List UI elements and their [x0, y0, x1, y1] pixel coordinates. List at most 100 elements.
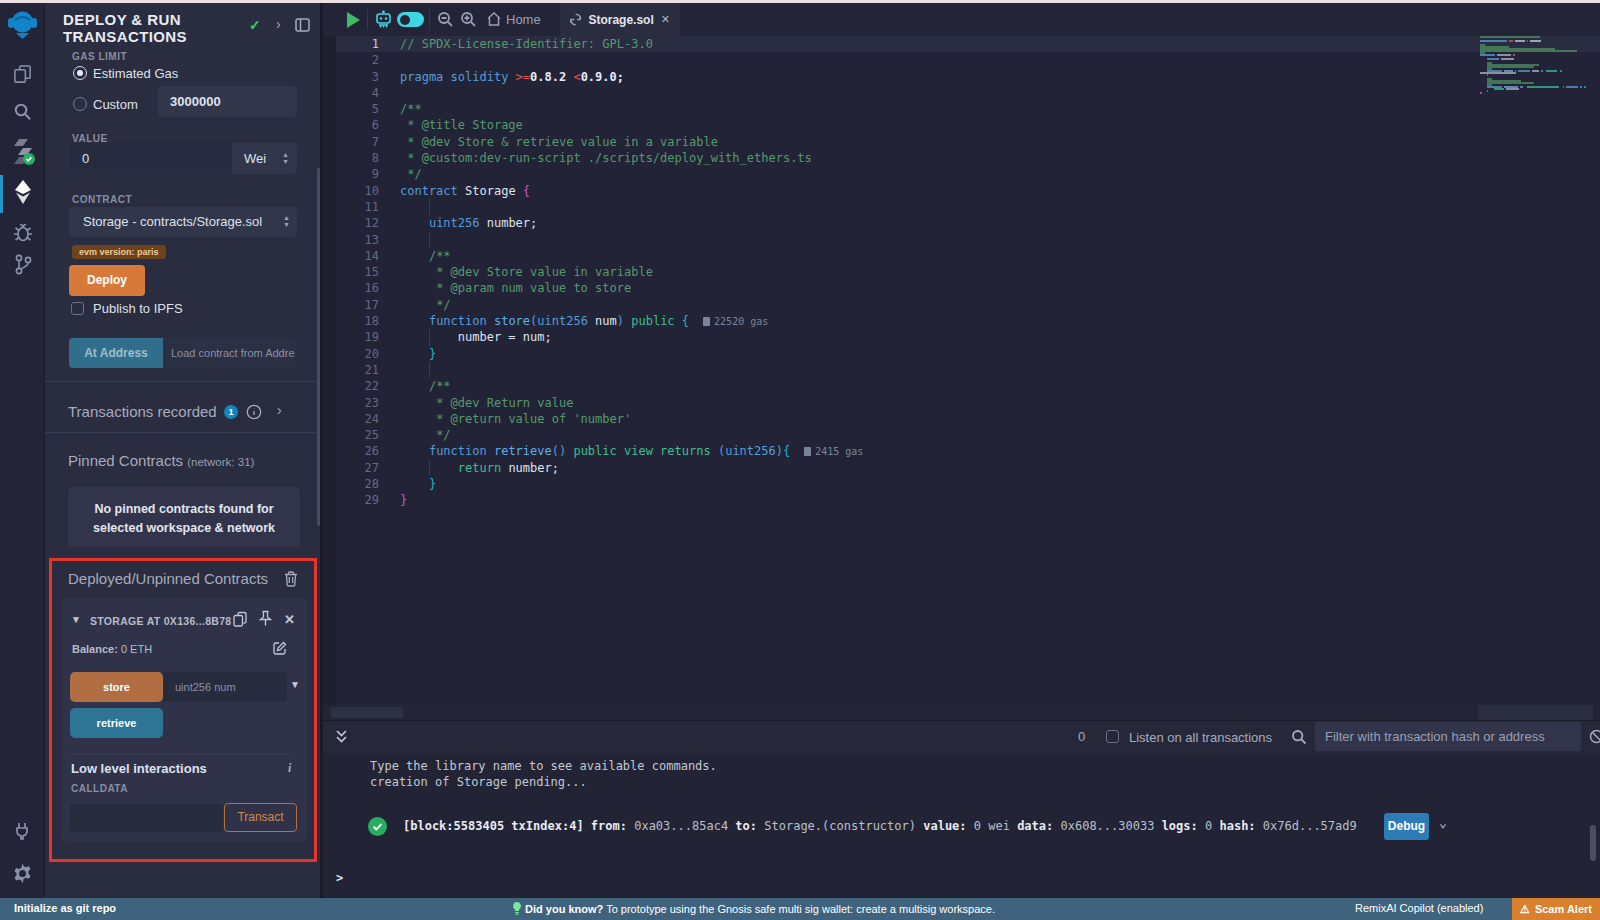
code-line[interactable]: 22 /** [323, 378, 1600, 394]
tab-close-icon[interactable]: ✕ [661, 13, 670, 26]
code-line[interactable]: 24 * @return value of 'number' [323, 411, 1600, 427]
code-line[interactable]: 25 */ [323, 427, 1600, 443]
plugin-manager-icon[interactable] [12, 821, 32, 841]
code-line[interactable]: 10contract Storage { [323, 183, 1600, 199]
contract-instance-label[interactable]: STORAGE AT 0X136...8B78 [90, 615, 232, 627]
code-line[interactable]: 21 [323, 362, 1600, 378]
scam-alert-button[interactable]: ⚠ Scam Alert [1512, 898, 1600, 920]
code-line[interactable]: 12 uint256 number; [323, 215, 1600, 231]
chevron-right-icon[interactable]: › [276, 16, 281, 32]
collapse-contract-icon[interactable]: ▼ [71, 614, 81, 625]
code-line[interactable]: 15 * @dev Store value in variable [323, 264, 1600, 280]
file-explorer-icon[interactable] [12, 64, 33, 85]
calldata-input[interactable] [70, 804, 223, 832]
line-number: 11 [336, 199, 379, 215]
git-init-status[interactable]: Initialize as git repo [14, 902, 116, 914]
code-line[interactable]: 9 */ [323, 166, 1600, 182]
unit-stepper-icon[interactable]: ▲▼ [282, 152, 289, 165]
code-line[interactable]: 23 * @dev Return value [323, 395, 1600, 411]
listen-label[interactable]: Listen on all transactions [1129, 730, 1272, 745]
split-view-icon[interactable] [295, 18, 310, 36]
pin-icon[interactable] [258, 610, 273, 631]
expand-transactions-icon[interactable]: › [277, 402, 282, 418]
code-line[interactable]: 29} [323, 492, 1600, 508]
code-line[interactable]: 16 * @param num value to store [323, 280, 1600, 296]
minimap[interactable] [1480, 36, 1593, 94]
code-line[interactable]: 18 function store(uint256 num) public {2… [323, 313, 1600, 329]
copilot-status[interactable]: RemixAI Copilot (enabled) [1355, 902, 1483, 914]
value-input[interactable]: 0 [69, 143, 232, 174]
solidity-compiler-icon[interactable] [12, 138, 35, 165]
expand-store-icon[interactable]: ▼ [290, 679, 300, 690]
home-label[interactable]: Home [506, 12, 541, 27]
active-plugin-indicator [0, 175, 3, 213]
deploy-button[interactable]: Deploy [69, 265, 145, 296]
code-line[interactable]: 26 function retrieve() public view retur… [323, 443, 1600, 459]
transaction-log-row[interactable]: [block:5583405 txIndex:4] from: 0xa03...… [403, 819, 1383, 833]
publish-ipfs-label[interactable]: Publish to IPFS [93, 301, 183, 316]
ai-robot-icon[interactable] [374, 10, 393, 33]
trash-icon[interactable] [284, 571, 298, 591]
code-editor[interactable]: 1// SPDX-License-Identifier: GPL-3.023pr… [323, 36, 1600, 705]
code-line[interactable]: 5/** [323, 101, 1600, 117]
low-level-info-icon[interactable]: i [288, 761, 291, 776]
code-line[interactable]: 13 [323, 232, 1600, 248]
code-line[interactable]: 3pragma solidity >=0.8.2 <0.9.0; [323, 69, 1600, 85]
line-number: 17 [336, 297, 379, 313]
clear-filter-icon[interactable] [1589, 729, 1600, 748]
custom-gas-radio[interactable] [73, 97, 87, 111]
remix-logo-icon[interactable] [6, 8, 39, 41]
code-line[interactable]: 7 * @dev Store & retrieve value in a var… [323, 134, 1600, 150]
debug-button[interactable]: Debug [1384, 813, 1429, 840]
deploy-run-icon[interactable] [12, 179, 34, 205]
terminal-scrollbar[interactable] [1590, 825, 1596, 861]
code-line[interactable]: 27 return number; [323, 460, 1600, 476]
info-icon[interactable] [246, 404, 262, 424]
run-script-icon[interactable] [347, 12, 360, 28]
settings-gear-icon[interactable] [12, 863, 33, 884]
code-line[interactable]: 11 [323, 199, 1600, 215]
expand-tx-icon[interactable]: ⌄ [1439, 815, 1447, 830]
search-icon[interactable] [12, 101, 33, 122]
estimated-gas-label[interactable]: Estimated Gas [93, 66, 178, 81]
edit-balance-icon[interactable] [273, 641, 287, 659]
home-icon[interactable] [486, 11, 502, 31]
horizontal-scrollbar-thumb[interactable] [331, 707, 403, 718]
custom-gas-input[interactable]: 3000000 [158, 86, 297, 117]
debugger-icon[interactable] [12, 221, 34, 243]
terminal-search-icon[interactable] [1291, 729, 1307, 749]
code-line[interactable]: 28 } [323, 476, 1600, 492]
retrieve-button[interactable]: retrieve [70, 708, 163, 738]
copilot-toggle[interactable] [397, 12, 424, 27]
publish-ipfs-checkbox[interactable] [71, 302, 84, 315]
code-line[interactable]: 20 } [323, 346, 1600, 362]
code-line[interactable]: 8 * @custom:dev-run-script ./scripts/dep… [323, 150, 1600, 166]
tab-storage-sol[interactable]: Storage.sol ✕ [560, 3, 680, 36]
copy-icon[interactable] [233, 611, 248, 631]
transact-button[interactable]: Transact [224, 803, 297, 832]
code-line[interactable]: 17 */ [323, 297, 1600, 313]
code-line[interactable]: 19 number = num; [323, 329, 1600, 345]
custom-gas-label[interactable]: Custom [93, 97, 138, 112]
at-address-button[interactable]: At Address [69, 338, 163, 368]
store-args-input[interactable]: uint256 num [163, 672, 287, 702]
pinned-contracts-title: Pinned Contracts (network: 31) [68, 452, 254, 469]
terminal-filter-input[interactable] [1315, 722, 1581, 751]
estimated-gas-radio[interactable] [73, 66, 87, 80]
code-line[interactable]: 1// SPDX-License-Identifier: GPL-3.0 [323, 36, 1600, 52]
git-icon[interactable] [14, 253, 33, 276]
listen-checkbox[interactable] [1106, 730, 1119, 743]
code-line[interactable]: 4 [323, 85, 1600, 101]
code-line[interactable]: 14 /** [323, 248, 1600, 264]
store-button[interactable]: store [70, 672, 163, 702]
at-address-input[interactable]: Load contract from Addre [163, 338, 297, 368]
zoom-out-icon[interactable] [437, 11, 454, 32]
collapse-terminal-icon[interactable] [335, 729, 348, 749]
code-line[interactable]: 2 [323, 52, 1600, 68]
code-line[interactable]: 6 * @title Storage [323, 117, 1600, 133]
zoom-in-icon[interactable] [460, 11, 477, 32]
horizontal-scrollbar[interactable] [323, 705, 1600, 720]
contract-select[interactable]: Storage - contracts/Storage.sol [69, 207, 297, 237]
remove-contract-icon[interactable]: ✕ [284, 612, 295, 627]
terminal[interactable]: Type the library name to see available c… [323, 753, 1600, 901]
